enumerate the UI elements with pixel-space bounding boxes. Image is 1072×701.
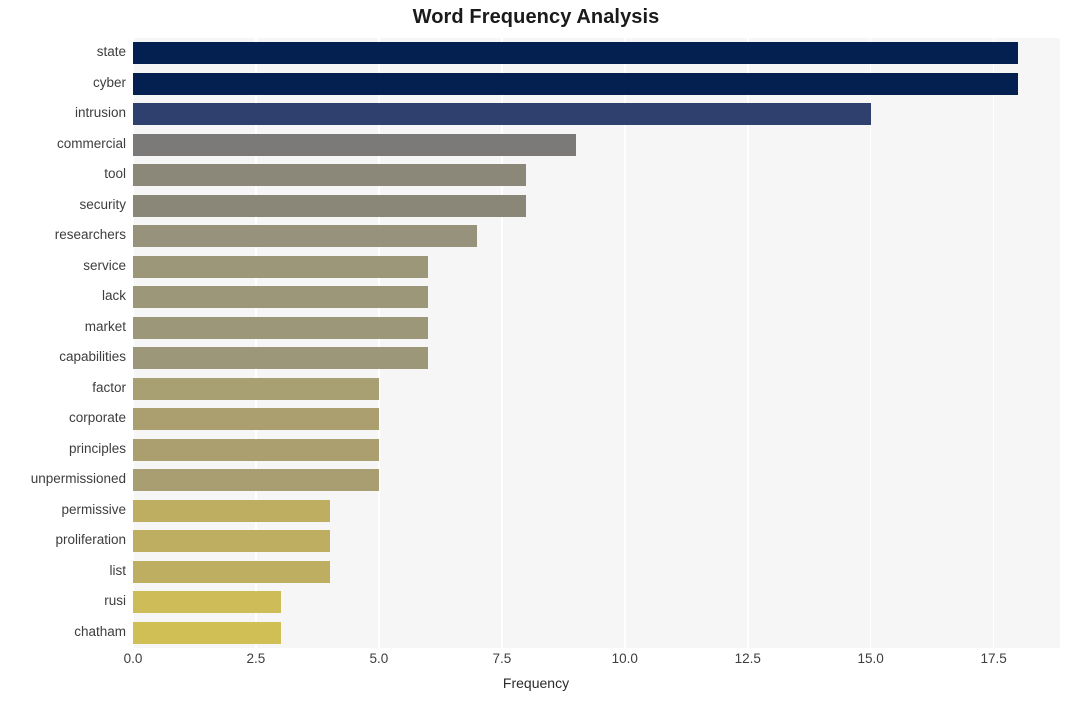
- y-tick-proliferation: proliferation: [55, 532, 126, 548]
- x-tick-10.0: 10.0: [611, 651, 638, 666]
- plot-area: [133, 38, 1060, 648]
- bar-row: [133, 255, 1060, 278]
- bar-factor: [133, 377, 379, 400]
- x-axis-tick-labels: 0.0 2.5 5.0 7.5 10.0 12.5 15.0 17.5: [0, 651, 1072, 673]
- bar-market: [133, 316, 429, 339]
- bar-tool: [133, 164, 527, 187]
- x-tick-17.5: 17.5: [980, 651, 1007, 666]
- y-tick-principles: principles: [68, 440, 126, 456]
- bar-row: [133, 560, 1060, 583]
- bar-rusi: [133, 591, 281, 614]
- bar-corporate: [133, 408, 379, 431]
- bar-lack: [133, 286, 429, 309]
- bar-row: [133, 286, 1060, 309]
- bar-capabilities: [133, 347, 429, 370]
- bar-commercial: [133, 133, 576, 156]
- bar-row: [133, 347, 1060, 370]
- bar-row: [133, 133, 1060, 156]
- y-tick-cyber: cyber: [92, 74, 126, 90]
- bar-row: [133, 499, 1060, 522]
- bar-cyber: [133, 72, 1019, 95]
- y-axis-labels: state cyber intrusion commercial tool securit…: [0, 38, 126, 648]
- y-tick-market: market: [84, 318, 126, 334]
- bar-row: [133, 194, 1060, 217]
- y-tick-security: security: [79, 196, 126, 212]
- y-tick-lack: lack: [101, 288, 126, 304]
- chart-title: Word Frequency Analysis: [412, 6, 660, 28]
- bar-row: [133, 377, 1060, 400]
- bar-row: [133, 225, 1060, 248]
- y-tick-list: list: [109, 562, 127, 578]
- x-tick-0.0: 0.0: [123, 651, 143, 666]
- x-tick-7.5: 7.5: [492, 651, 512, 666]
- y-tick-service: service: [83, 257, 126, 273]
- bar-list: [133, 560, 330, 583]
- bar-row: [133, 530, 1060, 553]
- bars-layer: [133, 38, 1060, 648]
- y-tick-capabilities: capabilities: [59, 349, 126, 365]
- y-tick-state: state: [96, 44, 126, 60]
- x-tick-15.0: 15.0: [857, 651, 884, 666]
- bar-row: [133, 621, 1060, 644]
- bar-researchers: [133, 225, 478, 248]
- y-tick-factor: factor: [92, 379, 126, 395]
- bar-row: [133, 408, 1060, 431]
- x-tick-2.5: 2.5: [246, 651, 266, 666]
- word-frequency-chart: Word Frequency Analysis state cyber intrus…: [0, 0, 1072, 701]
- y-tick-tool: tool: [104, 166, 126, 182]
- y-tick-chatham: chatham: [74, 623, 126, 639]
- bar-service: [133, 255, 429, 278]
- bar-row: [133, 164, 1060, 187]
- y-tick-researchers: researchers: [54, 227, 126, 243]
- bar-unpermissioned: [133, 469, 379, 492]
- y-tick-permissive: permissive: [61, 501, 126, 517]
- y-tick-commercial: commercial: [56, 135, 126, 151]
- y-tick-intrusion: intrusion: [74, 105, 126, 121]
- bar-state: [133, 42, 1019, 65]
- bar-row: [133, 438, 1060, 461]
- bar-intrusion: [133, 103, 871, 126]
- bar-row: [133, 72, 1060, 95]
- x-tick-12.5: 12.5: [734, 651, 761, 666]
- y-tick-rusi: rusi: [104, 593, 126, 609]
- bar-row: [133, 591, 1060, 614]
- bar-row: [133, 103, 1060, 126]
- bar-permissive: [133, 499, 330, 522]
- y-tick-corporate: corporate: [68, 410, 126, 426]
- bar-proliferation: [133, 530, 330, 553]
- y-tick-unpermissioned: unpermissioned: [30, 471, 126, 487]
- bar-principles: [133, 438, 379, 461]
- bar-row: [133, 42, 1060, 65]
- x-tick-5.0: 5.0: [369, 651, 389, 666]
- bar-row: [133, 469, 1060, 492]
- x-axis-title: Frequency: [502, 675, 570, 691]
- bar-chatham: [133, 621, 281, 644]
- bar-security: [133, 194, 527, 217]
- bar-row: [133, 316, 1060, 339]
